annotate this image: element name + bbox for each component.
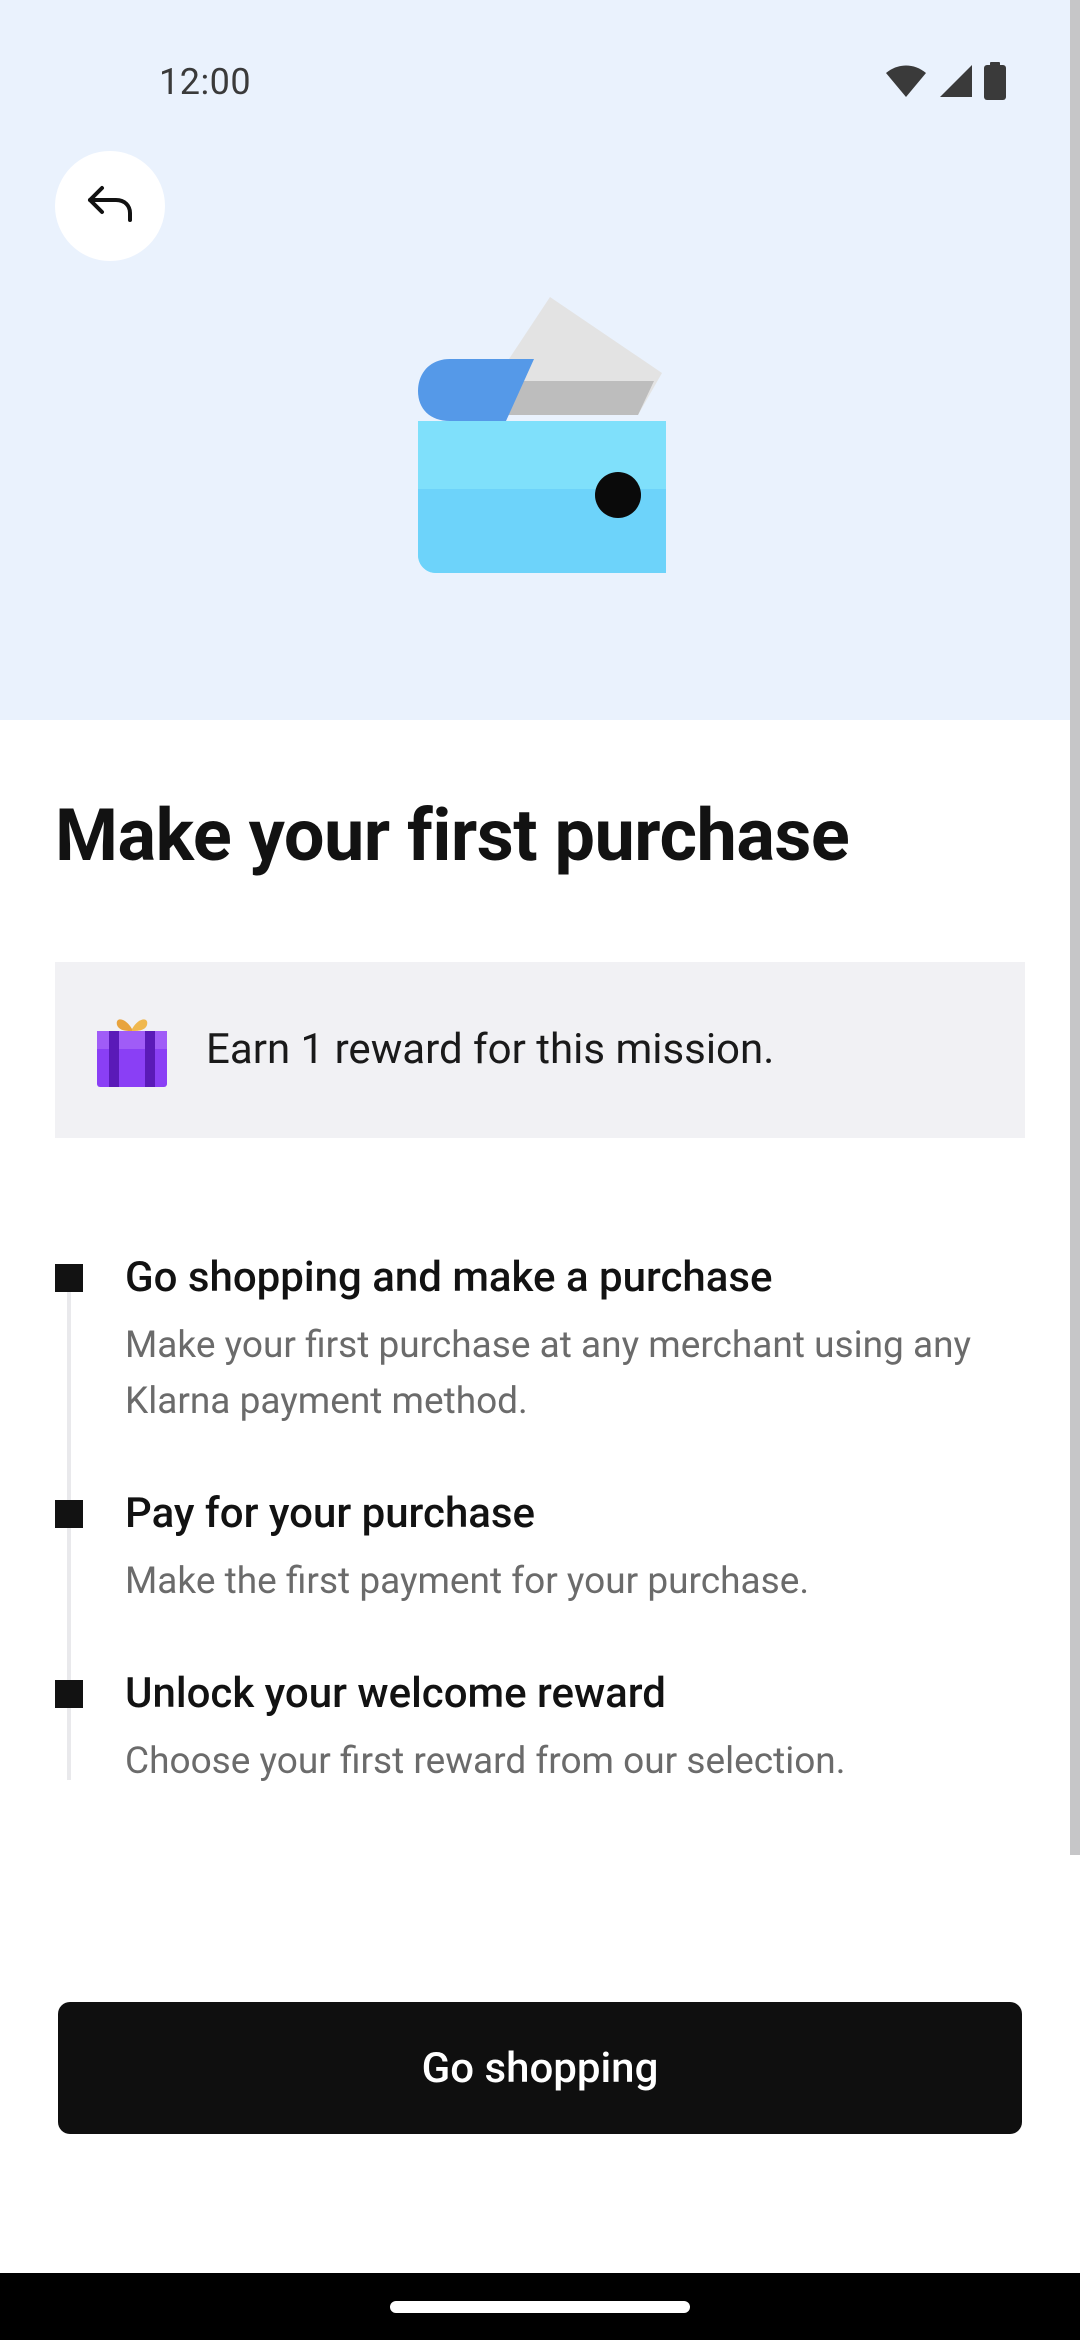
reward-card: Earn 1 reward for this mission. xyxy=(55,962,1025,1138)
back-button[interactable] xyxy=(55,151,165,261)
gift-icon xyxy=(95,1013,169,1087)
reward-text: Earn 1 reward for this mission. xyxy=(206,1025,775,1074)
status-icons xyxy=(884,62,1006,104)
wifi-icon xyxy=(884,63,928,103)
page-title: Make your first purchase xyxy=(55,793,850,878)
navigation-bar xyxy=(0,2273,1080,2340)
back-arrow-icon xyxy=(84,182,136,230)
steps-list: Go shopping and make a purchase Make you… xyxy=(55,1250,1035,1810)
step-marker xyxy=(55,1680,83,1708)
step-marker xyxy=(55,1500,83,1528)
scrollbar[interactable] xyxy=(1070,0,1080,1855)
home-indicator[interactable] xyxy=(390,2301,690,2313)
step-title: Pay for your purchase xyxy=(125,1489,536,1538)
wallet-illustration xyxy=(414,295,670,585)
hero-header: 12:00 xyxy=(0,0,1080,720)
status-time: 12:00 xyxy=(159,61,252,103)
signal-icon xyxy=(938,63,974,103)
step-description: Choose your first reward from our select… xyxy=(125,1740,846,1783)
step-description: Make your first purchase at any merchant… xyxy=(125,1324,972,1423)
step-marker xyxy=(55,1264,83,1292)
go-shopping-button[interactable]: Go shopping xyxy=(58,2002,1022,2134)
step-description: Make the first payment for your purchase… xyxy=(125,1560,810,1603)
step-title: Go shopping and make a purchase xyxy=(125,1253,773,1302)
step-title: Unlock your welcome reward xyxy=(125,1669,666,1718)
status-bar: 12:00 xyxy=(0,0,1080,110)
battery-icon xyxy=(984,62,1006,104)
